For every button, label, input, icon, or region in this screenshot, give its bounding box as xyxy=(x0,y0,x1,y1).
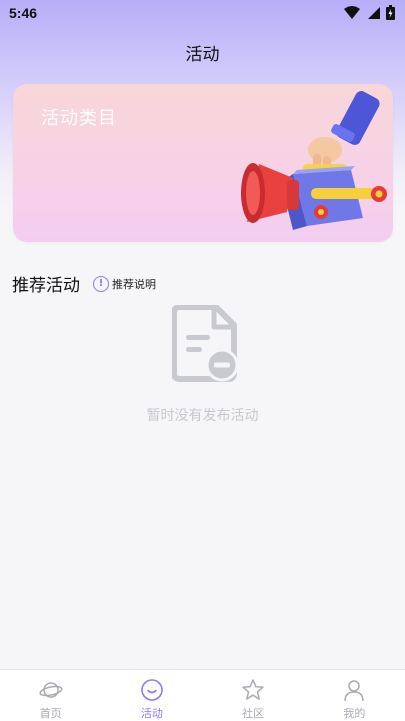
tab-mine[interactable]: 我的 xyxy=(304,670,405,721)
tab-community[interactable]: 社区 xyxy=(203,670,304,721)
tab-label: 首页 xyxy=(39,707,62,720)
tab-home[interactable]: 首页 xyxy=(0,670,101,721)
recommend-explanation-button[interactable]: ! 推荐说明 xyxy=(93,275,156,292)
status-icons xyxy=(344,5,395,20)
wifi-icon xyxy=(344,5,360,19)
tab-label: 社区 xyxy=(242,707,265,720)
tab-activity[interactable]: 活动 xyxy=(101,670,202,721)
banner-label: 活动类目 xyxy=(41,108,117,129)
info-icon: ! xyxy=(93,275,109,292)
signal-icon xyxy=(368,6,380,19)
bottom-tab-bar: 首页 活动 社区 我的 xyxy=(0,669,405,721)
status-time: 5:46 xyxy=(9,5,38,21)
recommended-section-header: 推荐活动 ! 推荐说明 xyxy=(12,271,156,296)
smile-icon xyxy=(141,679,163,701)
status-bar: 5:46 xyxy=(0,0,405,28)
empty-state-message: 暂时没有发布活动 xyxy=(146,408,259,424)
person-icon xyxy=(344,680,365,702)
planet-icon xyxy=(39,682,63,698)
document-minus-icon xyxy=(172,305,238,382)
battery-icon xyxy=(386,5,395,20)
activity-category-banner[interactable]: 活动类目 xyxy=(13,84,393,242)
hint-label: 推荐说明 xyxy=(112,277,156,291)
star-icon xyxy=(242,679,264,700)
tab-label: 活动 xyxy=(140,707,163,720)
page-title: 活动 xyxy=(185,45,220,65)
tab-label: 我的 xyxy=(343,707,366,720)
section-title: 推荐活动 xyxy=(12,276,80,296)
megaphone-box-illustration xyxy=(241,91,387,230)
